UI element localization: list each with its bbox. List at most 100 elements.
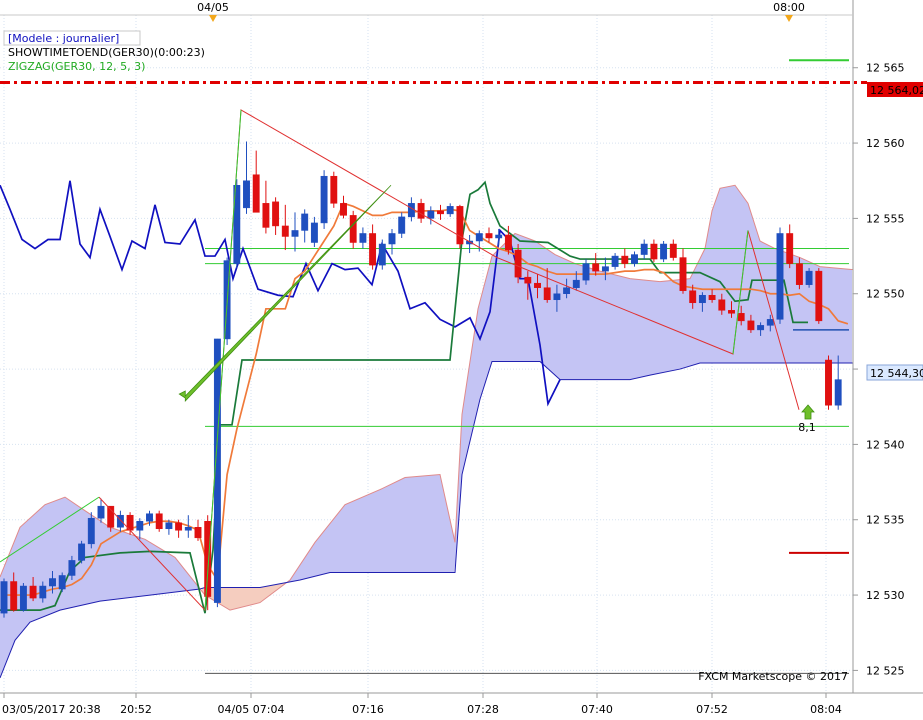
bullish-candle: [320, 170, 328, 229]
candle-body: [524, 276, 532, 284]
candle-body: [301, 213, 309, 231]
candle-body: [194, 527, 202, 539]
current-price-label: 12 544,30: [870, 367, 923, 380]
candle-body: [146, 513, 153, 522]
candle-body: [330, 175, 338, 204]
legend-indicator-zigzag: ZIGZAG(GER30, 12, 5, 3): [8, 60, 145, 73]
candle-body: [369, 233, 377, 266]
candle-body: [97, 505, 105, 519]
candle-body: [388, 233, 396, 245]
candle-body: [310, 222, 318, 243]
candle-body: [766, 319, 774, 326]
x-tick-label: 20:52: [120, 703, 152, 716]
candle-body: [398, 216, 406, 234]
candle-body: [776, 233, 784, 320]
candle-body: [611, 255, 619, 267]
candle-body: [747, 320, 755, 331]
candle-body: [243, 180, 250, 209]
candle-body: [68, 560, 76, 576]
bullish-candle: [776, 227, 784, 324]
candle-body: [640, 243, 648, 255]
candle-body: [378, 243, 386, 266]
candle-body: [39, 585, 47, 599]
annotation-label: 8,1: [798, 421, 816, 434]
candle-body: [19, 585, 27, 611]
y-tick-label: 12 560: [866, 137, 905, 150]
candle-body: [155, 513, 163, 530]
candle-body: [504, 234, 512, 251]
candle-body: [495, 234, 503, 239]
bearish-candle: [155, 510, 163, 532]
top-marker-time-label: 08:00: [773, 1, 805, 14]
candle-body: [553, 293, 561, 301]
candle-body: [456, 206, 464, 245]
candle-body: [427, 210, 435, 219]
candle-body: [563, 287, 571, 294]
candle-body: [592, 263, 600, 272]
candle-body: [631, 254, 638, 264]
candle-body: [87, 517, 95, 545]
bullish-candle: [19, 583, 27, 612]
candle-body: [281, 225, 289, 237]
candle-body: [689, 290, 697, 304]
bearish-candle: [825, 355, 832, 410]
candle-body: [272, 201, 280, 227]
bullish-candle: [805, 268, 813, 288]
candle-body: [669, 243, 677, 258]
candle-body: [650, 243, 658, 260]
candle-body: [252, 174, 260, 213]
red-level-price-label: 12 564,02: [870, 84, 923, 97]
y-tick-label: 12 525: [866, 664, 905, 677]
y-tick-label: 12 555: [866, 212, 905, 225]
legend-indicator-showtimetoend: SHOWTIMETOEND(GER30)(0:00:23): [8, 46, 205, 59]
candle-body: [407, 203, 415, 218]
bearish-candle: [815, 268, 823, 324]
candle-body: [29, 585, 37, 599]
candle-body: [601, 266, 609, 272]
candle-body: [58, 575, 66, 590]
candle-body: [679, 257, 687, 291]
candle-body: [534, 282, 541, 288]
candle-body: [446, 206, 454, 215]
candle-body: [698, 294, 706, 304]
candle-body: [728, 310, 735, 314]
candle-body: [291, 230, 299, 237]
candle-body: [514, 249, 522, 278]
bullish-candle: [660, 241, 668, 263]
candle-body: [757, 325, 765, 331]
candle-body: [795, 263, 803, 285]
x-tick-label: 07:40: [581, 703, 613, 716]
candle-body: [825, 359, 832, 406]
candle-body: [175, 522, 183, 531]
watermark: FXCM Marketscope © 2017: [698, 670, 848, 683]
legend-model: [Modele : journalier]: [8, 32, 119, 45]
candle-body: [543, 287, 551, 301]
candle-body: [262, 203, 270, 228]
y-tick-label: 12 530: [866, 589, 905, 602]
bullish-candle: [78, 540, 86, 564]
candle-body: [786, 233, 794, 264]
candle-body: [582, 263, 590, 281]
candle-body: [136, 520, 144, 531]
x-tick-label: 07:52: [696, 703, 728, 716]
candle-body: [49, 578, 56, 587]
bearish-candle: [204, 515, 212, 611]
candle-body: [359, 233, 367, 243]
x-tick-label: 08:04: [810, 703, 842, 716]
candle-body: [349, 215, 357, 243]
candle-body: [815, 270, 823, 322]
candle-body: [165, 522, 173, 530]
candle-body: [10, 581, 18, 611]
candle-body: [718, 299, 726, 311]
x-tick-label: 03/05/2017 20:38: [2, 703, 101, 716]
x-tick-label: 04/05 07:04: [218, 703, 285, 716]
candle-body: [340, 203, 347, 216]
candle-body: [485, 233, 493, 239]
candle-body: [417, 203, 425, 219]
bullish-candle: [0, 578, 8, 618]
candle-body: [805, 270, 813, 285]
y-tick-label: 12 535: [866, 514, 905, 527]
y-tick-label: 12 540: [866, 438, 905, 451]
candle-body: [708, 294, 716, 301]
x-tick-label: 07:16: [352, 703, 384, 716]
